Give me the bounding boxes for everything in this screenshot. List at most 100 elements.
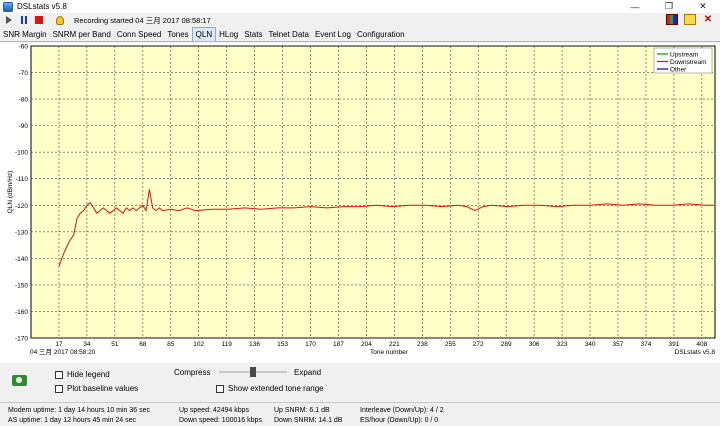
y-tick-label: -130 <box>15 229 28 236</box>
y-tick-label: -150 <box>15 282 28 289</box>
chart-icon[interactable] <box>666 14 678 25</box>
x-tick-label: 340 <box>585 341 596 348</box>
restore-window-icon[interactable] <box>684 14 696 25</box>
tab-conn-speed[interactable]: Conn Speed <box>114 28 164 41</box>
x-tick-label: 187 <box>333 341 344 348</box>
checkbox-box[interactable] <box>55 384 63 393</box>
close-button[interactable]: ✕ <box>686 0 720 13</box>
x-tick-label: 17 <box>55 341 63 348</box>
x-tick-label: 119 <box>221 341 232 348</box>
legend-label-other: Other <box>670 66 687 73</box>
x-tick-label: 51 <box>111 341 119 348</box>
x-tick-label: 255 <box>445 341 456 348</box>
chart-controls: Hide legend Plot baseline values Compres… <box>0 363 720 401</box>
qln-chart: -60 -70 -80 -90 -100 -110 -120 -130 -140 -150 -160… <box>7 44 716 356</box>
x-tick-label: 204 <box>361 341 372 348</box>
up-speed: Up speed: 42494 kbps <box>179 407 250 414</box>
tip-button[interactable] <box>54 14 66 26</box>
x-tick-label: 408 <box>696 341 707 348</box>
y-tick-label: -80 <box>19 97 29 104</box>
x-tick-label: 170 <box>305 341 316 348</box>
x-tick-label: 153 <box>277 341 288 348</box>
checkbox-box[interactable] <box>55 370 63 379</box>
modem-uptime: Modem uptime: 1 day 14 hours 10 min 36 s… <box>8 407 151 414</box>
y-tick-label: -110 <box>15 176 28 183</box>
x-tick-label: 221 <box>389 341 400 348</box>
y-tick-label: -70 <box>19 70 29 77</box>
stop-icon <box>35 16 43 24</box>
x-tick-label: 34 <box>83 341 91 348</box>
x-axis-label: Tone number <box>370 349 409 356</box>
compress-label: Compress <box>174 368 211 377</box>
exit-icon[interactable]: ✕ <box>702 14 714 25</box>
x-tick-label: 102 <box>193 341 204 348</box>
legend-label-upstream: Upstream <box>670 51 698 58</box>
checkbox-box[interactable] <box>216 384 224 393</box>
plot-area <box>30 45 716 339</box>
x-tick-label: 68 <box>139 341 147 348</box>
x-tick-label: 85 <box>167 341 175 348</box>
tab-tones[interactable]: Tones <box>164 28 191 41</box>
tab-snrm-per-band[interactable]: SNRM per Band <box>50 28 114 41</box>
recording-status: Recording started 04 三月 2017 08:58:17 <box>74 15 211 25</box>
chart-timestamp: 04 三月 2017 08:58:20 <box>30 348 96 356</box>
tab-bar: SNR Margin SNRM per Band Conn Speed Tones QL… <box>0 27 720 42</box>
up-snrm: Up SNRM: 6.1 dB <box>274 407 330 414</box>
show-extended-label: Show extended tone range <box>228 384 324 393</box>
down-speed: Down speed: 100016 kbps <box>179 417 262 424</box>
expand-label: Expand <box>294 368 322 377</box>
tab-hlog[interactable]: HLog <box>216 28 241 41</box>
x-tick-label: 323 <box>557 341 568 348</box>
tab-event-log[interactable]: Event Log <box>312 28 354 41</box>
x-tick-label: 306 <box>529 341 540 348</box>
y-tick-label: -120 <box>15 203 28 210</box>
chart-watermark: DSLstats v5.8 <box>675 349 716 356</box>
legend-label-downstream: Downstream <box>670 59 706 66</box>
tab-telnet-data[interactable]: Telnet Data <box>265 28 311 41</box>
x-tick-label: 272 <box>473 341 484 348</box>
slider-thumb[interactable] <box>250 367 256 377</box>
es-hour: ES/hour (Down/Up): 0 / 0 <box>360 417 439 424</box>
tab-configuration[interactable]: Configuration <box>354 28 408 41</box>
lightbulb-icon <box>56 15 64 25</box>
y-tick-label: -160 <box>15 309 28 316</box>
hide-legend-label: Hide legend <box>67 370 110 379</box>
status-bar: Modem uptime: 1 day 14 hours 10 min 36 s… <box>0 402 720 426</box>
y-tick-label: -60 <box>19 44 29 51</box>
as-uptime: AS uptime: 1 day 12 hours 45 min 24 sec <box>8 417 137 424</box>
plot-baseline-checkbox[interactable]: Plot baseline values <box>55 384 138 393</box>
hide-legend-checkbox[interactable]: Hide legend <box>55 370 110 379</box>
camera-icon[interactable] <box>12 375 27 386</box>
zoom-slider[interactable] <box>219 367 287 377</box>
y-axis-label: QLN (dBm/Hz) <box>7 171 14 214</box>
x-tick-label: 391 <box>668 341 679 348</box>
down-snrm: Down SNRM: 14.1 dB <box>274 417 343 424</box>
maximize-button[interactable]: ❐ <box>652 0 686 13</box>
plot-baseline-label: Plot baseline values <box>67 384 139 393</box>
app-icon <box>3 1 13 12</box>
play-icon <box>6 16 12 24</box>
toolbar: Recording started 04 三月 2017 08:58:17 ✕ <box>0 13 720 27</box>
pause-icon <box>21 16 27 24</box>
play-button[interactable] <box>3 14 15 26</box>
interleave: Interleave (Down/Up): 4 / 2 <box>360 407 444 414</box>
x-tick-label: 357 <box>613 341 624 348</box>
tab-qln[interactable]: QLN <box>191 27 217 41</box>
x-tick-label: 374 <box>641 341 652 348</box>
x-tick-label: 238 <box>417 341 428 348</box>
y-tick-label: -100 <box>15 150 28 157</box>
window-title: DSLstats v5.8 <box>17 2 67 11</box>
x-tick-label: 136 <box>249 341 260 348</box>
show-extended-checkbox[interactable]: Show extended tone range <box>216 384 324 393</box>
pause-button[interactable] <box>18 14 30 26</box>
qln-chart-panel: -60 -70 -80 -90 -100 -110 -120 -130 -140 -150 -160… <box>0 43 720 363</box>
y-tick-label: -140 <box>15 256 28 263</box>
minimize-button[interactable]: — <box>618 0 652 13</box>
y-tick-label: -90 <box>19 123 29 130</box>
tab-stats[interactable]: Stats <box>241 28 265 41</box>
x-tick-label: 289 <box>501 341 512 348</box>
tab-snr-margin[interactable]: SNR Margin <box>0 28 50 41</box>
title-bar: DSLstats v5.8 — ❐ ✕ <box>0 0 720 13</box>
y-tick-label: -170 <box>15 336 28 343</box>
stop-button[interactable] <box>33 14 45 26</box>
